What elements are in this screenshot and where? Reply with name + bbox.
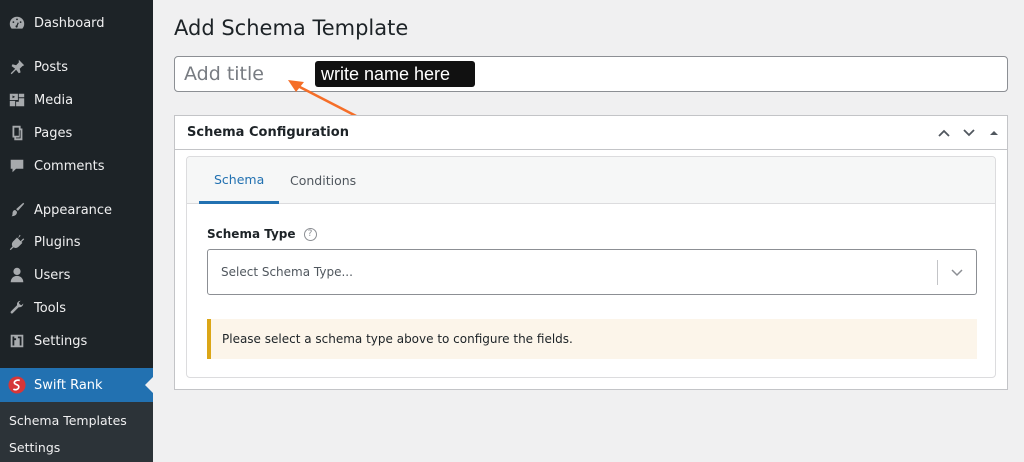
plugin-icon [7,232,27,252]
admin-sidebar: Dashboard Posts Media Pages Comments App… [0,0,153,462]
wrench-icon [7,298,27,318]
sidebar-item-users[interactable]: Users [0,260,153,290]
sidebar-item-label: Pages [34,125,73,141]
schema-type-select[interactable]: Select Schema Type... [207,249,977,295]
sidebar-item-posts[interactable]: Posts [0,52,153,82]
tab-schema[interactable]: Schema [199,157,280,204]
sidebar-item-label: Settings [34,333,88,349]
postbox-title: Schema Configuration [187,125,349,140]
notice-text: Please select a schema type above to con… [222,332,573,346]
chevron-down-icon[interactable] [950,265,964,279]
info-notice: Please select a schema type above to con… [207,319,977,359]
sidebar-item-label: Swift Rank [34,377,103,393]
sidebar-item-label: Tools [34,300,67,316]
chevron-up-icon [938,129,950,137]
brush-icon [7,200,27,220]
help-icon[interactable]: ? [303,227,317,241]
sidebar-item-media[interactable]: Media [0,85,153,115]
tab-bar: Schema Conditions [187,157,995,204]
sidebar-item-label: Users [34,267,71,283]
field-label-text: Schema Type [207,227,296,241]
sidebar-item-plugins[interactable]: Plugins [0,227,153,257]
swift-rank-submenu: Schema Templates Settings [0,402,153,462]
pin-icon [7,57,27,77]
current-menu-arrow [145,377,153,393]
sidebar-item-dashboard[interactable]: Dashboard [0,8,153,38]
media-icon [7,90,27,110]
sidebar-item-swift-rank[interactable]: Swift Rank [0,368,153,402]
page-title: Add Schema Template [174,16,409,40]
sidebar-item-comments[interactable]: Comments [0,151,153,181]
swift-rank-logo-icon [7,375,27,395]
schema-configuration-box: Schema Configuration Schema Conditions S… [174,115,1008,390]
sidebar-item-settings[interactable]: Settings [0,326,153,356]
sidebar-item-label: Media [34,92,74,108]
sidebar-item-label: Dashboard [34,15,105,31]
chevron-down-icon [963,129,975,137]
user-icon [7,265,27,285]
annotation-callout: write name here [315,61,475,87]
pages-icon [7,123,27,143]
schema-settings-panel: Schema Conditions Schema Type ? Select S… [186,156,996,378]
tab-conditions[interactable]: Conditions [290,157,356,204]
select-separator [937,260,938,285]
sidebar-item-tools[interactable]: Tools [0,293,153,323]
settings-icon [7,331,27,351]
select-placeholder: Select Schema Type... [221,265,353,279]
sidebar-item-label: Appearance [34,202,113,218]
sidebar-item-appearance[interactable]: Appearance [0,195,153,225]
sidebar-item-label: Plugins [34,234,81,250]
sidebar-item-label: Posts [34,59,68,75]
submenu-item-settings[interactable]: Settings [9,440,60,455]
postbox-header: Schema Configuration [175,116,1007,150]
toggle-panel-button[interactable] [986,125,1002,141]
comment-icon [7,156,27,176]
dashboard-icon [7,13,27,33]
sidebar-item-pages[interactable]: Pages [0,118,153,148]
sidebar-item-label: Comments [34,158,105,174]
move-up-button[interactable] [936,125,952,141]
schema-type-label: Schema Type ? [207,227,317,241]
triangle-up-icon [990,131,998,135]
move-down-button[interactable] [961,125,977,141]
submenu-item-schema-templates[interactable]: Schema Templates [9,413,127,428]
